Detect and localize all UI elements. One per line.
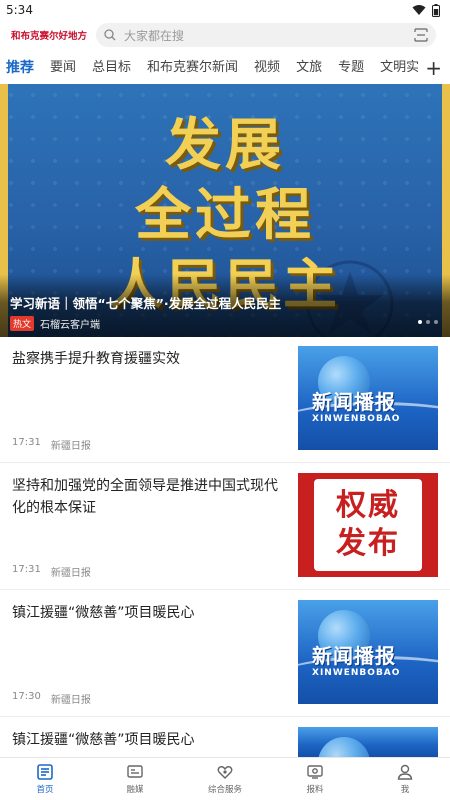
- nav-label: 首页: [36, 785, 54, 795]
- tab-video[interactable]: 视频: [246, 54, 288, 82]
- tab-special[interactable]: 专题: [330, 54, 372, 82]
- news-source: 新疆日报: [50, 568, 91, 579]
- search-input[interactable]: 大家都在搜: [96, 23, 436, 47]
- news-time: 17:30: [12, 691, 41, 702]
- battery-icon: [432, 3, 440, 17]
- news-source: 新疆日报: [50, 695, 91, 706]
- service-icon: [217, 766, 233, 779]
- pager-dot: [434, 320, 438, 324]
- news-title: 盐察携手提升教育援疆实效: [12, 351, 180, 367]
- news-time: 17:31: [12, 437, 41, 448]
- status-bar: 5:34: [0, 0, 450, 20]
- tab-general-goal[interactable]: 总目标: [84, 54, 139, 82]
- banner-pager: [418, 320, 438, 324]
- news-item[interactable]: 盐察携手提升教育援疆实效 17:31 新疆日报 新闻播报 XINWENBOBAO: [0, 338, 450, 463]
- banner-meta: 热文 石榴云客户端: [10, 316, 100, 331]
- nav-label: 综合服务: [207, 785, 242, 795]
- news-source: 新疆日报: [50, 441, 91, 452]
- media-icon: [127, 765, 143, 778]
- news-item[interactable]: 镇江援疆“微慈善”项目暖民心: [0, 719, 450, 757]
- home-news-icon: [37, 764, 53, 780]
- nav-media[interactable]: 融媒: [90, 758, 180, 800]
- nav-services[interactable]: 综合服务: [180, 758, 270, 800]
- globe-icon: [318, 737, 370, 757]
- news-time: 17:31: [12, 564, 41, 575]
- tab-local-news[interactable]: 和布克赛尔新闻: [139, 54, 246, 82]
- nav-label: 报料: [306, 785, 324, 795]
- banner-title-line-1: 发展: [165, 112, 285, 178]
- news-item[interactable]: 坚持和加强党的全面领导是推进中国式现代化的根本保证 17:31 新疆日报 权威 …: [0, 465, 450, 590]
- profile-icon: [397, 764, 413, 780]
- pager-dot: [418, 320, 422, 324]
- thumb-title-en: XINWENBOBAO: [312, 414, 401, 424]
- news-meta: 17:30 新疆日报: [12, 691, 91, 706]
- nav-label: 我: [400, 785, 410, 795]
- search-icon: [104, 29, 116, 41]
- add-channel-icon[interactable]: +: [425, 56, 442, 80]
- tab-headlines[interactable]: 要闻: [42, 54, 84, 82]
- news-meta: 17:31 新疆日报: [12, 564, 91, 579]
- thumb-title-cn: 新闻播报: [312, 390, 396, 414]
- pager-dot: [426, 320, 430, 324]
- news-thumbnail-xinwenbobao: [298, 727, 438, 757]
- news-thumbnail-authoritative-release: 权威 发布: [298, 473, 438, 577]
- tab-list: 推荐 要闻 总目标 和布克赛尔新闻 视频 文旅 专题 文明实: [0, 54, 418, 82]
- nav-home[interactable]: 首页: [0, 758, 90, 800]
- news-title: 镇江援疆“微慈善”项目暖民心: [12, 732, 195, 748]
- logo-text: 和布克赛尔好地方: [11, 31, 88, 42]
- banner-title-line-2: 全过程: [135, 182, 315, 248]
- news-item[interactable]: 镇江援疆“微慈善”项目暖民心 17:30 新疆日报 新闻播报 XINWENBOB…: [0, 592, 450, 717]
- nav-report[interactable]: 报料: [270, 758, 360, 800]
- hot-badge: 热文: [10, 316, 35, 331]
- app-header: 和布克赛尔好地方 大家都在搜: [0, 20, 450, 50]
- report-icon: [307, 765, 323, 779]
- banner-source: 石榴云客户端: [40, 320, 101, 331]
- wifi-icon: [412, 5, 426, 15]
- news-title: 坚持和加强党的全面领导是推进中国式现代化的根本保证: [12, 478, 278, 516]
- tab-civilization[interactable]: 文明实: [372, 54, 418, 82]
- news-thumbnail-xinwenbobao: 新闻播报 XINWENBOBAO: [298, 600, 438, 704]
- status-icons: [412, 3, 440, 17]
- app-logo[interactable]: 和布克赛尔好地方: [0, 20, 88, 50]
- thumb-title-cn: 新闻播报: [312, 644, 396, 668]
- news-thumbnail-xinwenbobao: 新闻播报 XINWENBOBAO: [298, 346, 438, 450]
- status-time: 5:34: [6, 3, 33, 17]
- tab-culture-tourism[interactable]: 文旅: [288, 54, 330, 82]
- banner-caption: 学习新语｜领悟“七个聚焦”·发展全过程人民民主: [10, 296, 282, 311]
- channel-tabs: 推荐 要闻 总目标 和布克赛尔新闻 视频 文旅 专题 文明实 +: [0, 54, 450, 82]
- thumb-title-en: XINWENBOBAO: [312, 668, 401, 678]
- news-title: 镇江援疆“微慈善”项目暖民心: [12, 605, 195, 621]
- scan-icon[interactable]: [414, 28, 428, 42]
- bottom-nav: 首页 融媒 综合服务 报料 我: [0, 757, 450, 800]
- tab-recommend[interactable]: 推荐: [0, 54, 42, 82]
- nav-profile[interactable]: 我: [360, 758, 450, 800]
- nav-label: 融媒: [126, 785, 144, 795]
- news-meta: 17:31 新疆日报: [12, 437, 91, 452]
- thumb-line-2: 发布: [336, 526, 400, 561]
- thumb-line-1: 权威: [336, 488, 400, 523]
- headline-banner[interactable]: 发展 全过程 人民民主 学习新语｜领悟“七个聚焦”·发展全过程人民民主 热文 石…: [0, 84, 450, 337]
- search-placeholder: 大家都在搜: [124, 28, 185, 43]
- thumb-card: 权威 发布: [314, 479, 422, 571]
